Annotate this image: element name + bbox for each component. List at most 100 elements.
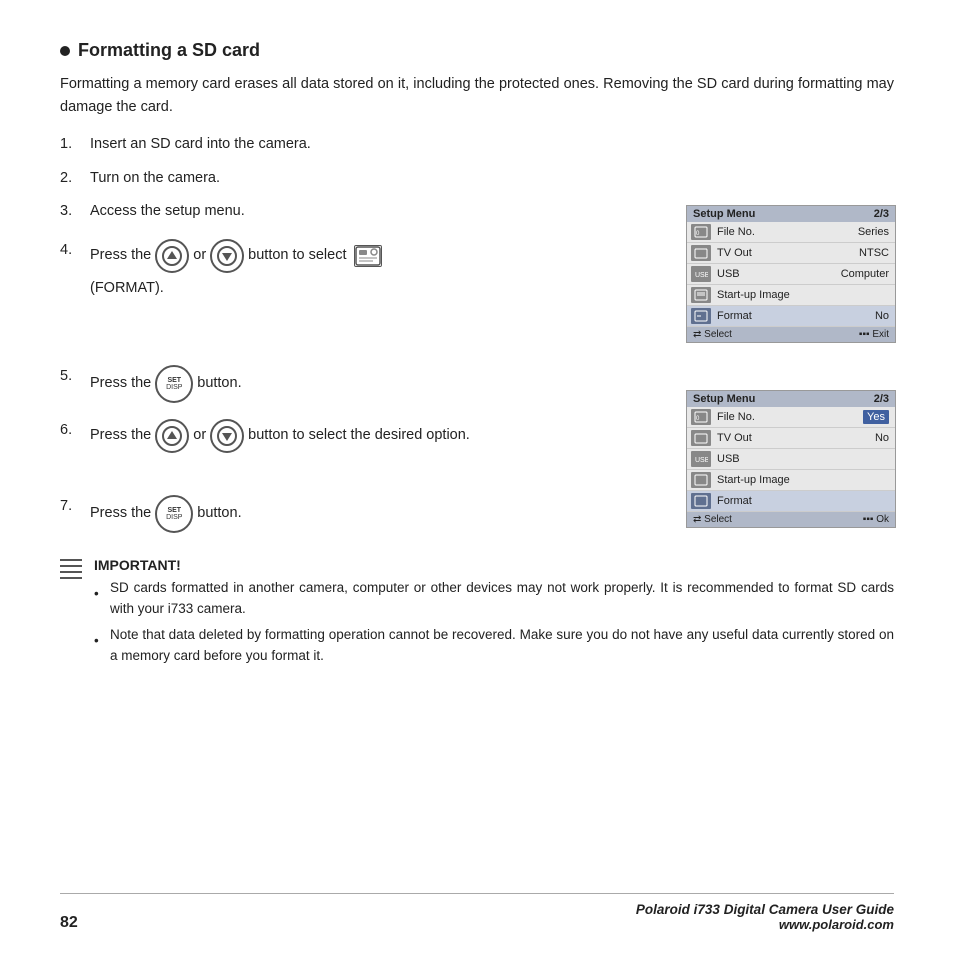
- menu2-row-4: Start-up Image: [687, 470, 895, 491]
- menu1-icon-2: [691, 245, 711, 261]
- footer-brand-line2: www.polaroid.com: [636, 917, 894, 932]
- menu2-footer-select: ⇄ Select: [693, 514, 732, 525]
- step-text-1: Insert an SD card into the camera.: [90, 133, 894, 156]
- step-num-2: 2.: [60, 167, 90, 190]
- menu2-label-1: File No.: [717, 411, 863, 423]
- step-2: 2. Turn on the camera.: [60, 167, 894, 190]
- menu1-row-1: 0 File No. Series: [687, 222, 895, 243]
- menu2-icon-4: [691, 472, 711, 488]
- step6-button-text: button to select the desired option.: [248, 424, 470, 447]
- step-num-5: 5.: [60, 365, 90, 388]
- menu2-row-2: TV Out No: [687, 428, 895, 449]
- imp-dot-1: •: [94, 584, 108, 605]
- title-text: Formatting a SD card: [78, 40, 260, 61]
- menu1-row-2: TV Out NTSC: [687, 243, 895, 264]
- important-bullet-2: • Note that data deleted by formatting o…: [94, 625, 894, 667]
- set-button-icon-2: SET DISP: [155, 495, 193, 533]
- menu1-footer-exit: ▪▪▪ Exit: [859, 329, 889, 340]
- footer-brand: Polaroid i733 Digital Camera User Guide …: [636, 902, 894, 932]
- important-bullets-list: • SD cards formatted in another camera, …: [94, 578, 894, 667]
- menu1-icon-5: [691, 308, 711, 324]
- menu2-value-2: No: [875, 432, 889, 444]
- up-button-icon-2: [155, 419, 189, 453]
- step4-or: or: [193, 244, 206, 267]
- svg-text:0: 0: [696, 416, 700, 422]
- menu1-title-bar: Setup Menu 2/3: [687, 206, 895, 222]
- menu1-icon-3: USB: [691, 266, 711, 282]
- menu1-page: 2/3: [874, 208, 889, 220]
- bullet-icon: [60, 46, 70, 56]
- down-button-icon-2: [210, 419, 244, 453]
- menu2-icon-3: USB: [691, 451, 711, 467]
- menu2-footer-ok: ▪▪▪ Ok: [863, 514, 889, 525]
- menu-screenshot-1: Setup Menu 2/3 0 File No. Series TV Out …: [686, 205, 896, 343]
- menu2-footer: ⇄ Select ▪▪▪ Ok: [687, 512, 895, 527]
- menu2-title-bar: Setup Menu 2/3: [687, 391, 895, 407]
- format-icon: [354, 245, 382, 267]
- menu1-label-3: USB: [717, 268, 841, 280]
- step7-press-the: Press the: [90, 502, 151, 525]
- svg-text:USB: USB: [695, 272, 708, 279]
- step6-or: or: [193, 424, 206, 447]
- menu1-value-3: Computer: [841, 268, 889, 280]
- menu2-value-1: Yes: [863, 410, 889, 424]
- menu1-title: Setup Menu: [693, 208, 755, 220]
- step6-press-the: Press the: [90, 424, 151, 447]
- step5-press-the: Press the: [90, 372, 151, 395]
- set-button-label-1: SET DISP: [166, 377, 182, 391]
- imp-dot-2: •: [94, 631, 108, 652]
- step7-button: button.: [197, 502, 241, 525]
- up-button-icon: [155, 239, 189, 273]
- step5-button: button.: [197, 372, 241, 395]
- menu1-icon-1: 0: [691, 224, 711, 240]
- step4-button-to-select: button to select: [248, 244, 346, 267]
- step-num-4: 4.: [60, 239, 90, 262]
- page-content: Formatting a SD card Formatting a memory…: [0, 0, 954, 702]
- menu2-title: Setup Menu: [693, 393, 755, 405]
- menu1-row-5: Format No: [687, 306, 895, 327]
- menu2-icon-1: 0: [691, 409, 711, 425]
- menu1-value-2: NTSC: [859, 247, 889, 259]
- step4-press-the: Press the: [90, 244, 151, 267]
- menu1-icon-4: [691, 287, 711, 303]
- menu-screenshot-2: Setup Menu 2/3 0 File No. Yes TV Out No …: [686, 390, 896, 528]
- menu2-label-3: USB: [717, 453, 889, 465]
- menu2-row-3: USB USB: [687, 449, 895, 470]
- important-title: IMPORTANT!: [94, 557, 894, 573]
- menu1-row-3: USB USB Computer: [687, 264, 895, 285]
- menu1-row-4: Start-up Image: [687, 285, 895, 306]
- svg-text:USB: USB: [695, 457, 708, 464]
- important-section: IMPORTANT! • SD cards formatted in anoth…: [60, 557, 894, 672]
- menu1-footer: ⇄ Select ▪▪▪ Exit: [687, 327, 895, 342]
- down-button-icon: [210, 239, 244, 273]
- important-body: IMPORTANT! • SD cards formatted in anoth…: [94, 557, 894, 672]
- menu2-icon-5: [691, 493, 711, 509]
- step-text-2: Turn on the camera.: [90, 167, 894, 190]
- menu2-row-5: Format: [687, 491, 895, 512]
- page-footer: 82 Polaroid i733 Digital Camera User Gui…: [60, 893, 894, 932]
- menu2-page: 2/3: [874, 393, 889, 405]
- menu1-label-2: TV Out: [717, 247, 859, 259]
- section-title: Formatting a SD card: [60, 40, 894, 61]
- svg-text:0: 0: [696, 231, 700, 237]
- imp-text-1: SD cards formatted in another camera, co…: [110, 578, 894, 620]
- menu2-row-1: 0 File No. Yes: [687, 407, 895, 428]
- footer-page-number: 82: [60, 914, 78, 932]
- set-button-label-2: SET DISP: [166, 507, 182, 521]
- menu1-value-1: Series: [858, 226, 889, 238]
- menu2-label-2: TV Out: [717, 432, 875, 444]
- step-num-6: 6.: [60, 419, 90, 442]
- menu1-label-1: File No.: [717, 226, 858, 238]
- set-button-icon-1: SET DISP: [155, 365, 193, 403]
- step-num-1: 1.: [60, 133, 90, 156]
- menu2-label-5: Format: [717, 495, 889, 507]
- menu1-label-5: Format: [717, 310, 875, 322]
- note-lines: [60, 559, 82, 582]
- footer-brand-line1: Polaroid i733 Digital Camera User Guide: [636, 902, 894, 917]
- note-icon: [60, 559, 82, 672]
- menu1-footer-select: ⇄ Select: [693, 329, 732, 340]
- imp-text-2: Note that data deleted by formatting ope…: [110, 625, 894, 667]
- menu2-icon-2: [691, 430, 711, 446]
- intro-paragraph: Formatting a memory card erases all data…: [60, 73, 894, 119]
- menu1-value-5: No: [875, 310, 889, 322]
